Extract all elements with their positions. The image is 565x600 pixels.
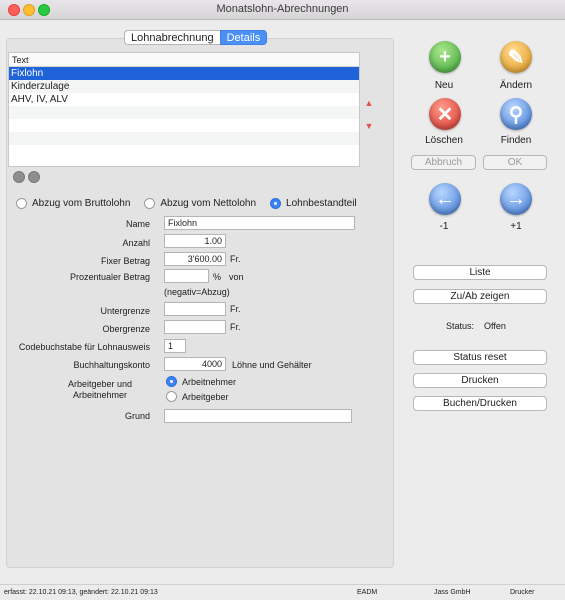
list-header[interactable]: Text: [9, 53, 359, 67]
prozent-label: Prozentualer Betrag: [69, 272, 150, 282]
list-item[interactable]: [9, 132, 359, 145]
add-row-icon[interactable]: [13, 171, 25, 183]
user-info: EADM: [357, 589, 378, 596]
radio-abzug-brutto[interactable]: [16, 198, 27, 209]
codebuchstabe-field[interactable]: 1: [164, 339, 186, 353]
buchhaltungskonto-field[interactable]: 4000: [164, 357, 226, 371]
prozent-note: (negativ=Abzug): [164, 287, 230, 297]
fixer-betrag-unit: Fr.: [230, 254, 241, 264]
radio-lohnbestandteil[interactable]: [270, 198, 282, 209]
list-item[interactable]: [9, 119, 359, 132]
grund-field[interactable]: [164, 409, 352, 423]
type-radio-group: Abzug vom Bruttolohn Abzug vom Nettolohn…: [16, 198, 357, 209]
radio-label: Arbeitgeber: [182, 391, 229, 402]
liste-button[interactable]: Liste: [413, 265, 547, 280]
status-reset-button[interactable]: Status reset: [413, 350, 547, 365]
name-field[interactable]: Fixlohn: [164, 216, 355, 230]
radio-label: Abzug vom Nettolohn: [160, 198, 257, 209]
radio-label: Abzug vom Bruttolohn: [32, 198, 131, 209]
prozent-field[interactable]: [164, 269, 209, 283]
radio-arbeitgeber[interactable]: [166, 391, 177, 402]
drucken-button[interactable]: Drucken: [413, 373, 547, 388]
title-bar: Monatslohn-Abrechnungen: [0, 0, 565, 20]
move-up-icon[interactable]: ▲: [363, 97, 375, 109]
status-label: Status:: [446, 321, 475, 331]
radio-arbeitnehmer[interactable]: [166, 376, 177, 387]
buchhaltungskonto-label: Buchhaltungskonto: [73, 360, 150, 370]
fixer-betrag-label: Fixer Betrag: [100, 256, 150, 266]
untergrenze-label: Untergrenze: [100, 306, 150, 316]
obergrenze-unit: Fr.: [230, 322, 241, 332]
untergrenze-unit: Fr.: [230, 304, 241, 314]
list-item[interactable]: Kinderzulage: [9, 80, 359, 93]
loeschen-label: Löschen: [425, 135, 463, 146]
prev-label: -1: [439, 221, 449, 232]
name-label: Name: [125, 219, 150, 229]
window: Monatslohn-Abrechnungen Lohnabrechnung D…: [0, 0, 565, 600]
anzahl-field[interactable]: 1.00: [164, 234, 226, 248]
grund-label: Grund: [124, 411, 150, 421]
tab-bar: Lohnabrechnung Details: [124, 30, 268, 45]
fixer-betrag-field[interactable]: 3'600.00: [164, 252, 226, 266]
list-item[interactable]: AHV, IV, ALV: [9, 93, 359, 106]
radio-arbeitnehmer-row: Arbeitnehmer: [166, 376, 236, 387]
untergrenze-field[interactable]: [164, 302, 226, 316]
move-down-icon[interactable]: ▼: [363, 120, 375, 132]
buchhaltungskonto-name: Löhne und Gehälter: [232, 360, 312, 370]
previous-icon[interactable]: ←: [429, 183, 461, 215]
arbeitgeber-label-2: Arbeitnehmer: [72, 390, 128, 400]
tab-lohnabrechnung[interactable]: Lohnabrechnung: [124, 30, 220, 45]
search-icon[interactable]: ⚲: [500, 98, 532, 130]
neu-label: Neu: [434, 80, 454, 91]
delete-icon[interactable]: ✕: [429, 98, 461, 130]
radio-arbeitgeber-row: Arbeitgeber: [166, 391, 229, 402]
edit-icon[interactable]: ✎: [500, 41, 532, 73]
codebuchstabe-label: Codebuchstabe für Lohnausweis: [18, 342, 150, 352]
obergrenze-label: Obergrenze: [102, 324, 150, 334]
next-label: +1: [510, 221, 522, 232]
abbruch-button[interactable]: Abbruch: [411, 155, 476, 170]
ok-button[interactable]: OK: [483, 155, 547, 170]
prozent-von: von: [229, 272, 244, 282]
anzahl-label: Anzahl: [122, 238, 150, 248]
list-item[interactable]: [9, 106, 359, 119]
next-icon[interactable]: →: [500, 183, 532, 215]
obergrenze-field[interactable]: [164, 320, 226, 334]
list-item[interactable]: [9, 145, 359, 158]
zuab-zeigen-button[interactable]: Zu/Ab zeigen: [413, 289, 547, 304]
radio-abzug-netto[interactable]: [144, 198, 156, 209]
printer-info: Drucker: [510, 589, 535, 596]
remove-row-icon[interactable]: [28, 171, 40, 183]
window-title: Monatslohn-Abrechnungen: [216, 3, 349, 15]
finden-label: Finden: [500, 135, 532, 146]
text-list[interactable]: Text Fixlohn Kinderzulage AHV, IV, ALV: [8, 52, 360, 167]
add-icon[interactable]: +: [429, 41, 461, 73]
company-info: Jass GmbH: [434, 589, 471, 596]
buchen-drucken-button[interactable]: Buchen/Drucken: [413, 396, 547, 411]
radio-label: Arbeitnehmer: [182, 376, 237, 387]
status-bar: erfasst: 22.10.21 09:13, geändert: 22.10…: [0, 584, 565, 600]
prozent-unit: %: [213, 272, 222, 282]
created-modified-info: erfasst: 22.10.21 09:13, geändert: 22.10…: [4, 589, 158, 596]
radio-label: Lohnbestandteil: [286, 198, 357, 209]
status-value: Offen: [484, 321, 506, 331]
list-item[interactable]: Fixlohn: [9, 67, 359, 80]
arbeitgeber-label-1: Arbeitgeber und: [67, 379, 133, 389]
tab-details[interactable]: Details: [219, 30, 268, 45]
aendern-label: Ändern: [499, 80, 533, 91]
